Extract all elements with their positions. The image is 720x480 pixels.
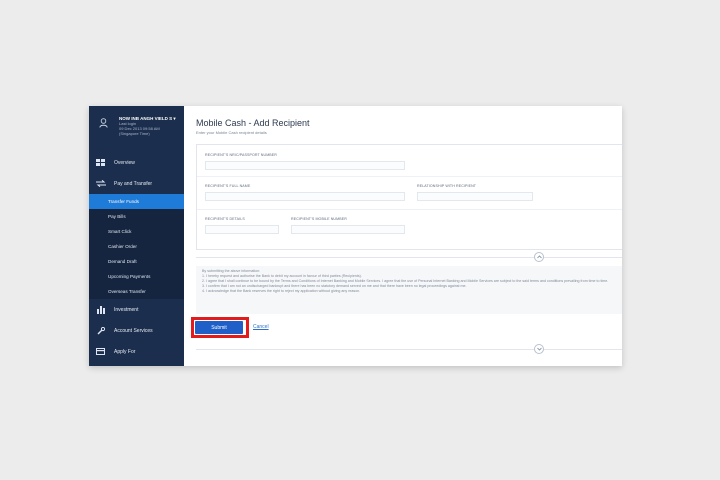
relationship-label: RELATIONSHIP WITH RECIPIENT [417, 184, 477, 188]
sidebar-item-apply-for[interactable]: Apply For [89, 341, 184, 362]
sidebar-subitem-smart-click[interactable]: Smart Click [89, 224, 184, 239]
transfer-arrows-icon [95, 180, 106, 188]
page-title: Mobile Cash - Add Recipient [196, 118, 310, 128]
recipient-form: RECIPIENT'S NRIC/PASSPORT NUMBER RECIPIE… [196, 144, 622, 250]
section-divider [196, 257, 622, 258]
sidebar: NOW INB ANGH VIELD S ▾ Last login 09 Dec… [89, 106, 184, 366]
pay-and-transfer-submenu: Transfer Funds Pay Bills Smart Click Cas… [89, 194, 184, 299]
sidebar-item-label: Investment [114, 306, 139, 313]
sidebar-subitem-cashier-order[interactable]: Cashier Order [89, 239, 184, 254]
row-divider [197, 176, 622, 177]
user-profile[interactable]: NOW INB ANGH VIELD S ▾ Last login 09 Dec… [89, 106, 184, 152]
mobile-label: RECIPIENT'S MOBILE NUMBER [291, 217, 347, 221]
bottom-divider [196, 349, 622, 350]
sidebar-item-account-services[interactable]: Account Services [89, 320, 184, 341]
card-icon [95, 348, 106, 356]
terms-and-conditions: By submitting the above information: 1. … [196, 266, 622, 314]
wrench-icon [95, 326, 106, 335]
browser-window: NOW INB ANGH VIELD S ▾ Last login 09 Dec… [89, 106, 622, 366]
submit-button[interactable]: Submit [195, 321, 243, 334]
relationship-select[interactable] [417, 192, 533, 201]
last-login-timezone: (Singapore Time) [119, 131, 150, 136]
cancel-link[interactable]: Cancel [253, 324, 269, 330]
nric-label: RECIPIENT'S NRIC/PASSPORT NUMBER [205, 153, 277, 157]
sidebar-subitem-demand-draft[interactable]: Demand Draft [89, 254, 184, 269]
nric-input[interactable] [205, 161, 405, 170]
sidebar-subitem-upcoming-payments[interactable]: Upcoming Payments [89, 269, 184, 284]
sidebar-item-overview[interactable]: Overview [89, 152, 184, 173]
sidebar-item-label: Pay and Transfer [114, 180, 153, 187]
row-divider [197, 209, 622, 210]
sidebar-item-label: Account Services [114, 327, 153, 334]
chevron-up-icon[interactable] [534, 252, 544, 262]
full-name-label: RECIPIENT'S FULL NAME [205, 184, 251, 188]
chevron-down-icon[interactable] [534, 344, 544, 354]
page-subtitle: Enter your Mobile Cash recipient details [196, 130, 267, 135]
details-label: RECIPIENT'S DETAILS [205, 217, 245, 221]
sidebar-item-investment[interactable]: Investment [89, 299, 184, 320]
full-name-input[interactable] [205, 192, 405, 201]
mobile-input[interactable] [291, 225, 405, 234]
sidebar-item-label: Overview [114, 159, 135, 166]
sidebar-subitem-overseas-transfer[interactable]: Overseas Transfer [89, 284, 184, 299]
grid-icon [95, 159, 106, 167]
user-icon [99, 118, 111, 130]
terms-line: 4. I acknowledge that the Bank reserves … [202, 289, 361, 293]
sidebar-subitem-pay-bills[interactable]: Pay Bills [89, 209, 184, 224]
details-input[interactable] [205, 225, 279, 234]
sidebar-item-label: Apply For [114, 348, 136, 355]
sidebar-subitem-transfer-funds[interactable]: Transfer Funds [89, 194, 184, 209]
sidebar-item-pay-and-transfer[interactable]: Pay and Transfer [89, 173, 184, 194]
building-icon [95, 305, 106, 314]
main-content: Mobile Cash - Add Recipient Enter your M… [184, 106, 622, 366]
